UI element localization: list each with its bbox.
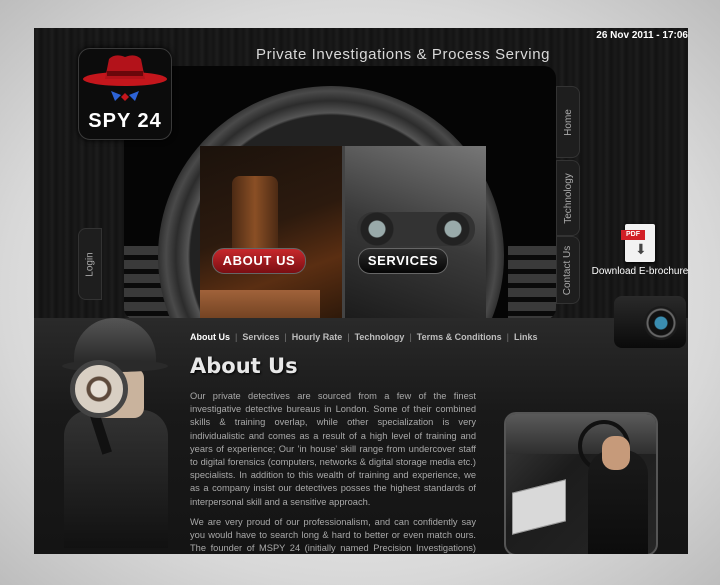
hero-divider [342,146,345,320]
logo-text: SPY 24 [88,110,162,132]
tab-contact-label: Contact Us [562,245,574,295]
magnifying-glass-icon [70,360,128,418]
datetime-display: 26 Nov 2011 - 17:06 [596,30,688,41]
site-tagline: Private Investigations & Process Serving [256,46,551,63]
nav-services[interactable]: Services [242,332,279,342]
spy-hat-icon [83,55,167,101]
nav-about-us[interactable]: About Us [190,332,230,342]
page-title: About Us [190,354,298,378]
nav-separator: | [347,332,350,342]
nav-hourly-rate[interactable]: Hourly Rate [292,332,343,342]
arrow-down-icon: ⬇ [635,241,647,257]
sub-navigation: About Us | Services | Hourly Rate | Technology… [190,332,537,342]
nav-technology[interactable]: Technology [355,332,405,342]
car-investigator-image [504,412,658,554]
nav-separator: | [409,332,412,342]
tab-login[interactable]: Login [78,228,102,300]
about-us-button[interactable]: ABOUT US [212,248,306,274]
laptop-icon [512,479,566,535]
detective-image [34,318,178,548]
download-brochure-label: Download E-brochure [591,266,688,277]
about-paragraph-1: Our private detectives are sourced from … [190,391,476,507]
investigator-head [602,436,630,470]
nav-separator: | [506,332,509,342]
site-logo[interactable]: SPY 24 [78,48,172,140]
camera-image [614,296,686,348]
download-brochure-link[interactable]: PDF ⬇ Download E-brochure [590,224,688,277]
pdf-tag: PDF [621,230,645,240]
nav-terms-conditions[interactable]: Terms & Conditions [417,332,502,342]
tab-login-label: Login [84,251,96,277]
tab-home-label: Home [562,108,574,136]
nav-links[interactable]: Links [514,332,538,342]
tab-home[interactable]: Home [556,86,580,158]
detective-coat [64,410,168,548]
gavel-image [200,146,343,320]
tab-contact-us[interactable]: Contact Us [556,236,580,304]
tab-technology-label: Technology [562,172,574,224]
hero-panel [124,66,556,320]
about-paragraph-2: We are very proud of our professionalism… [190,517,476,554]
binoculars-image [343,146,486,320]
binoculars-shape [357,212,475,246]
pdf-download-icon: PDF ⬇ [621,224,655,262]
nav-separator: | [284,332,287,342]
right-stripes [508,246,556,320]
gavel-block [200,290,320,320]
services-button[interactable]: SERVICES [358,248,448,274]
tab-technology[interactable]: Technology [556,160,580,236]
website: 26 Nov 2011 - 17:06 Private Investigatio… [34,28,688,554]
camera-lens-icon [644,306,678,340]
nav-separator: | [235,332,238,342]
